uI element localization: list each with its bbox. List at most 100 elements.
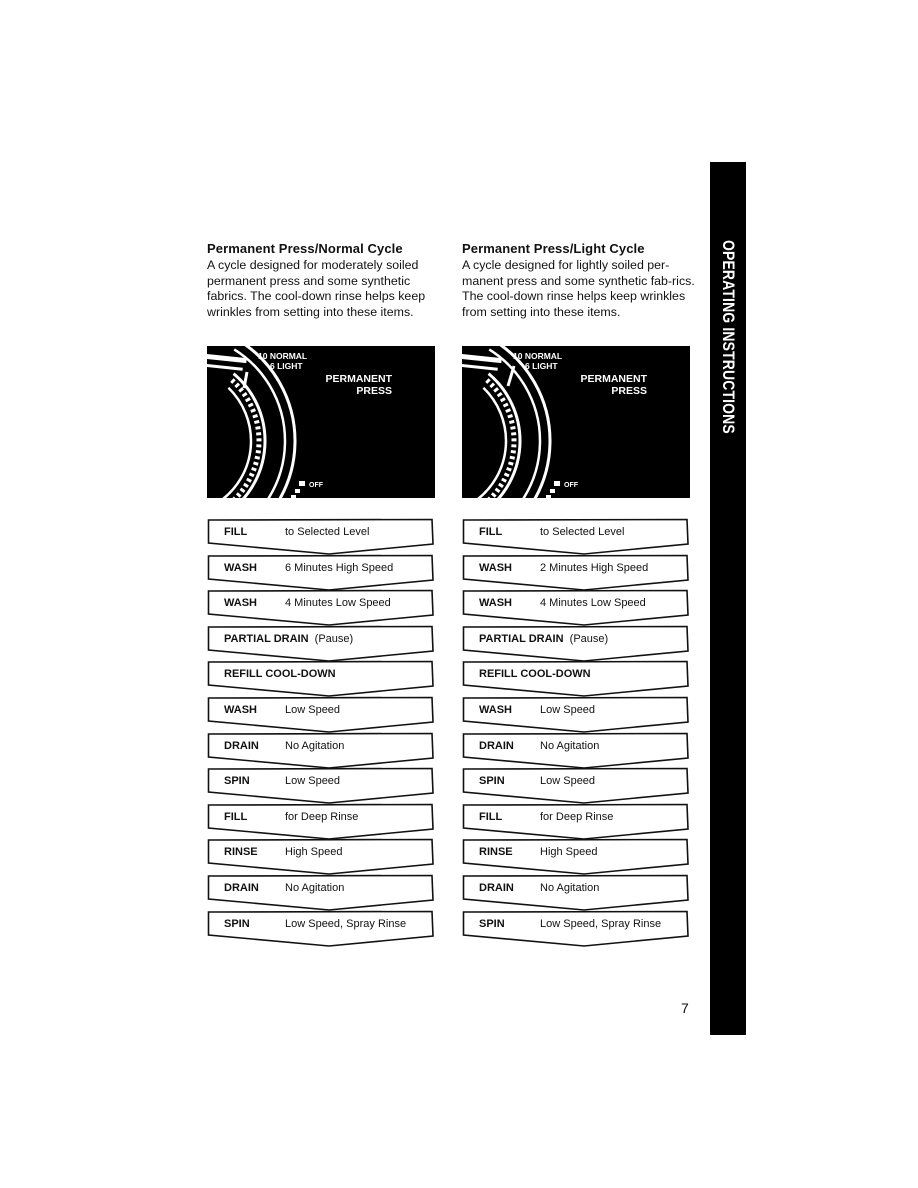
- dial-inner-ring: [222, 386, 253, 498]
- step-label: WASH: [224, 703, 257, 716]
- dial-label-light: 6 LIGHT: [525, 361, 558, 371]
- dial-off-marker: [295, 489, 300, 493]
- cycle-step: SPIN Low Speed: [462, 767, 694, 804]
- dial-graphic: [207, 346, 305, 498]
- step-label: RINSE: [224, 846, 258, 859]
- step-label: REFILL COOL-DOWN: [224, 668, 336, 681]
- dial-cycle-name: PERMANENT: [580, 373, 647, 385]
- cycle-step: DRAIN No Agitation: [462, 874, 694, 911]
- dial-label-off: OFF: [309, 482, 323, 489]
- dial-off-marker: [546, 495, 551, 498]
- step-detail: High Speed: [540, 846, 598, 859]
- cycle-step: PARTIAL DRAIN (Pause): [207, 625, 439, 662]
- step-label: FILL: [224, 810, 248, 823]
- step-detail: Low Speed, Spray Rinse: [285, 917, 407, 930]
- page-number: 7: [681, 1000, 689, 1016]
- dial-inner-ring: [477, 386, 508, 498]
- step-label: WASH: [224, 597, 257, 610]
- cycle-title: Permanent Press/Normal Cycle: [207, 241, 403, 256]
- cycle-step: FILL for Deep Rinse: [207, 803, 439, 840]
- step-label: SPIN: [479, 917, 505, 930]
- step-label: DRAIN: [479, 881, 514, 894]
- cycle-step: WASH Low Speed: [207, 696, 439, 733]
- step-detail: High Speed: [285, 846, 343, 859]
- step-label: WASH: [479, 597, 512, 610]
- step-label: RINSE: [479, 846, 513, 859]
- step-detail: Low Speed, Spray Rinse: [540, 917, 662, 930]
- step-text: PARTIAL DRAIN (Pause): [479, 633, 608, 645]
- cycle-step: SPIN Low Speed, Spray Rinse: [462, 910, 694, 947]
- step-label: SPIN: [479, 775, 505, 788]
- step-label: DRAIN: [479, 739, 514, 752]
- dial-illustration: 10 NORMAL 6 LIGHT PERMANENT PRESS OFF: [462, 346, 690, 498]
- cycle-step: REFILL COOL-DOWN: [207, 660, 439, 698]
- step-detail: 2 Minutes High Speed: [540, 561, 649, 574]
- dial-label-off: OFF: [564, 482, 578, 489]
- step-detail: Low Speed: [540, 775, 596, 788]
- cycle-step: WASH 4 Minutes Low Speed: [207, 589, 439, 626]
- cycle-title: Permanent Press/Light Cycle: [462, 241, 645, 256]
- step-detail: to Selected Level: [285, 526, 370, 538]
- cycle-step: WASH 6 Minutes High Speed: [207, 554, 439, 591]
- step-box-outline: [207, 910, 434, 947]
- step-detail: 4 Minutes Low Speed: [540, 597, 646, 610]
- dial-off-marker: [550, 489, 555, 493]
- cycle-step: DRAIN No Agitation: [462, 732, 694, 769]
- step-detail: (Pause): [314, 632, 354, 645]
- dial-cycle-name: PERMANENT: [325, 373, 392, 385]
- cycle-steps: FILL to Selected Level WASH 2 Minutes High …: [462, 518, 694, 947]
- dial-illustration: 10 NORMAL 6 LIGHT PERMANENT PRESS OFF: [207, 346, 435, 498]
- dial-cycle-name: PRESS: [356, 385, 392, 397]
- step-label: DRAIN: [224, 881, 259, 894]
- cycle-description: A cycle designed for moderately soiled p…: [207, 258, 426, 319]
- step-label: SPIN: [224, 775, 250, 788]
- dial-graphic: [462, 346, 560, 498]
- dial-label-normal: 10 NORMAL: [258, 351, 308, 361]
- step-label: PARTIAL DRAIN: [479, 632, 564, 645]
- step-label: FILL: [224, 526, 248, 538]
- dial-tick-mark: [462, 364, 498, 371]
- cycle-step: FILL for Deep Rinse: [462, 803, 694, 840]
- step-label: FILL: [479, 810, 503, 823]
- step-label: REFILL COOL-DOWN: [479, 668, 591, 681]
- step-text: REFILL COOL-DOWN: [479, 668, 597, 680]
- cycle-step: RINSE High Speed: [207, 838, 439, 876]
- step-text: PARTIAL DRAIN (Pause): [224, 633, 353, 645]
- step-label: DRAIN: [224, 739, 259, 752]
- step-detail: 4 Minutes Low Speed: [285, 597, 391, 610]
- cycle-step: SPIN Low Speed: [207, 767, 439, 804]
- step-label: SPIN: [224, 917, 250, 930]
- step-label: PARTIAL DRAIN: [224, 632, 309, 645]
- step-detail: (Pause): [569, 632, 609, 645]
- cycle-step: RINSE High Speed: [462, 838, 694, 876]
- step-detail: No Agitation: [285, 739, 345, 752]
- cycle-step: WASH 2 Minutes High Speed: [462, 554, 694, 591]
- cycle-step: WASH 4 Minutes Low Speed: [462, 589, 694, 626]
- step-detail: No Agitation: [285, 881, 345, 894]
- cycle-step: FILL to Selected Level: [462, 518, 694, 555]
- step-box-outline: [462, 910, 689, 947]
- dial-knob-ring: [487, 372, 522, 498]
- dial-cycle-name: PRESS: [611, 385, 647, 397]
- cycle-step: PARTIAL DRAIN (Pause): [462, 625, 694, 662]
- step-detail: for Deep Rinse: [540, 810, 614, 823]
- cycle-step: SPIN Low Speed, Spray Rinse: [207, 910, 439, 947]
- cycle-step: DRAIN No Agitation: [207, 732, 439, 769]
- cycle-description: A cycle designed for lightly soiled per-…: [462, 258, 695, 319]
- dial-label-light: 6 LIGHT: [270, 361, 303, 371]
- step-detail: No Agitation: [540, 881, 600, 894]
- dial-off-marker: [291, 495, 296, 498]
- step-detail: Low Speed: [285, 775, 341, 788]
- cycle-step: DRAIN No Agitation: [207, 874, 439, 911]
- cycle-step: FILL to Selected Level: [207, 518, 439, 555]
- step-label: WASH: [479, 703, 512, 716]
- step-detail: Low Speed: [285, 703, 341, 716]
- step-label: WASH: [479, 561, 512, 574]
- dial-off-marker: [554, 481, 560, 486]
- dial-tick-mark: [207, 364, 243, 371]
- step-detail: 6 Minutes High Speed: [285, 561, 394, 574]
- cycle-step: WASH Low Speed: [462, 696, 694, 733]
- step-text: REFILL COOL-DOWN: [224, 668, 342, 680]
- step-detail: Low Speed: [540, 703, 596, 716]
- section-tab: OPERATING INSTRUCTIONS: [710, 162, 746, 1035]
